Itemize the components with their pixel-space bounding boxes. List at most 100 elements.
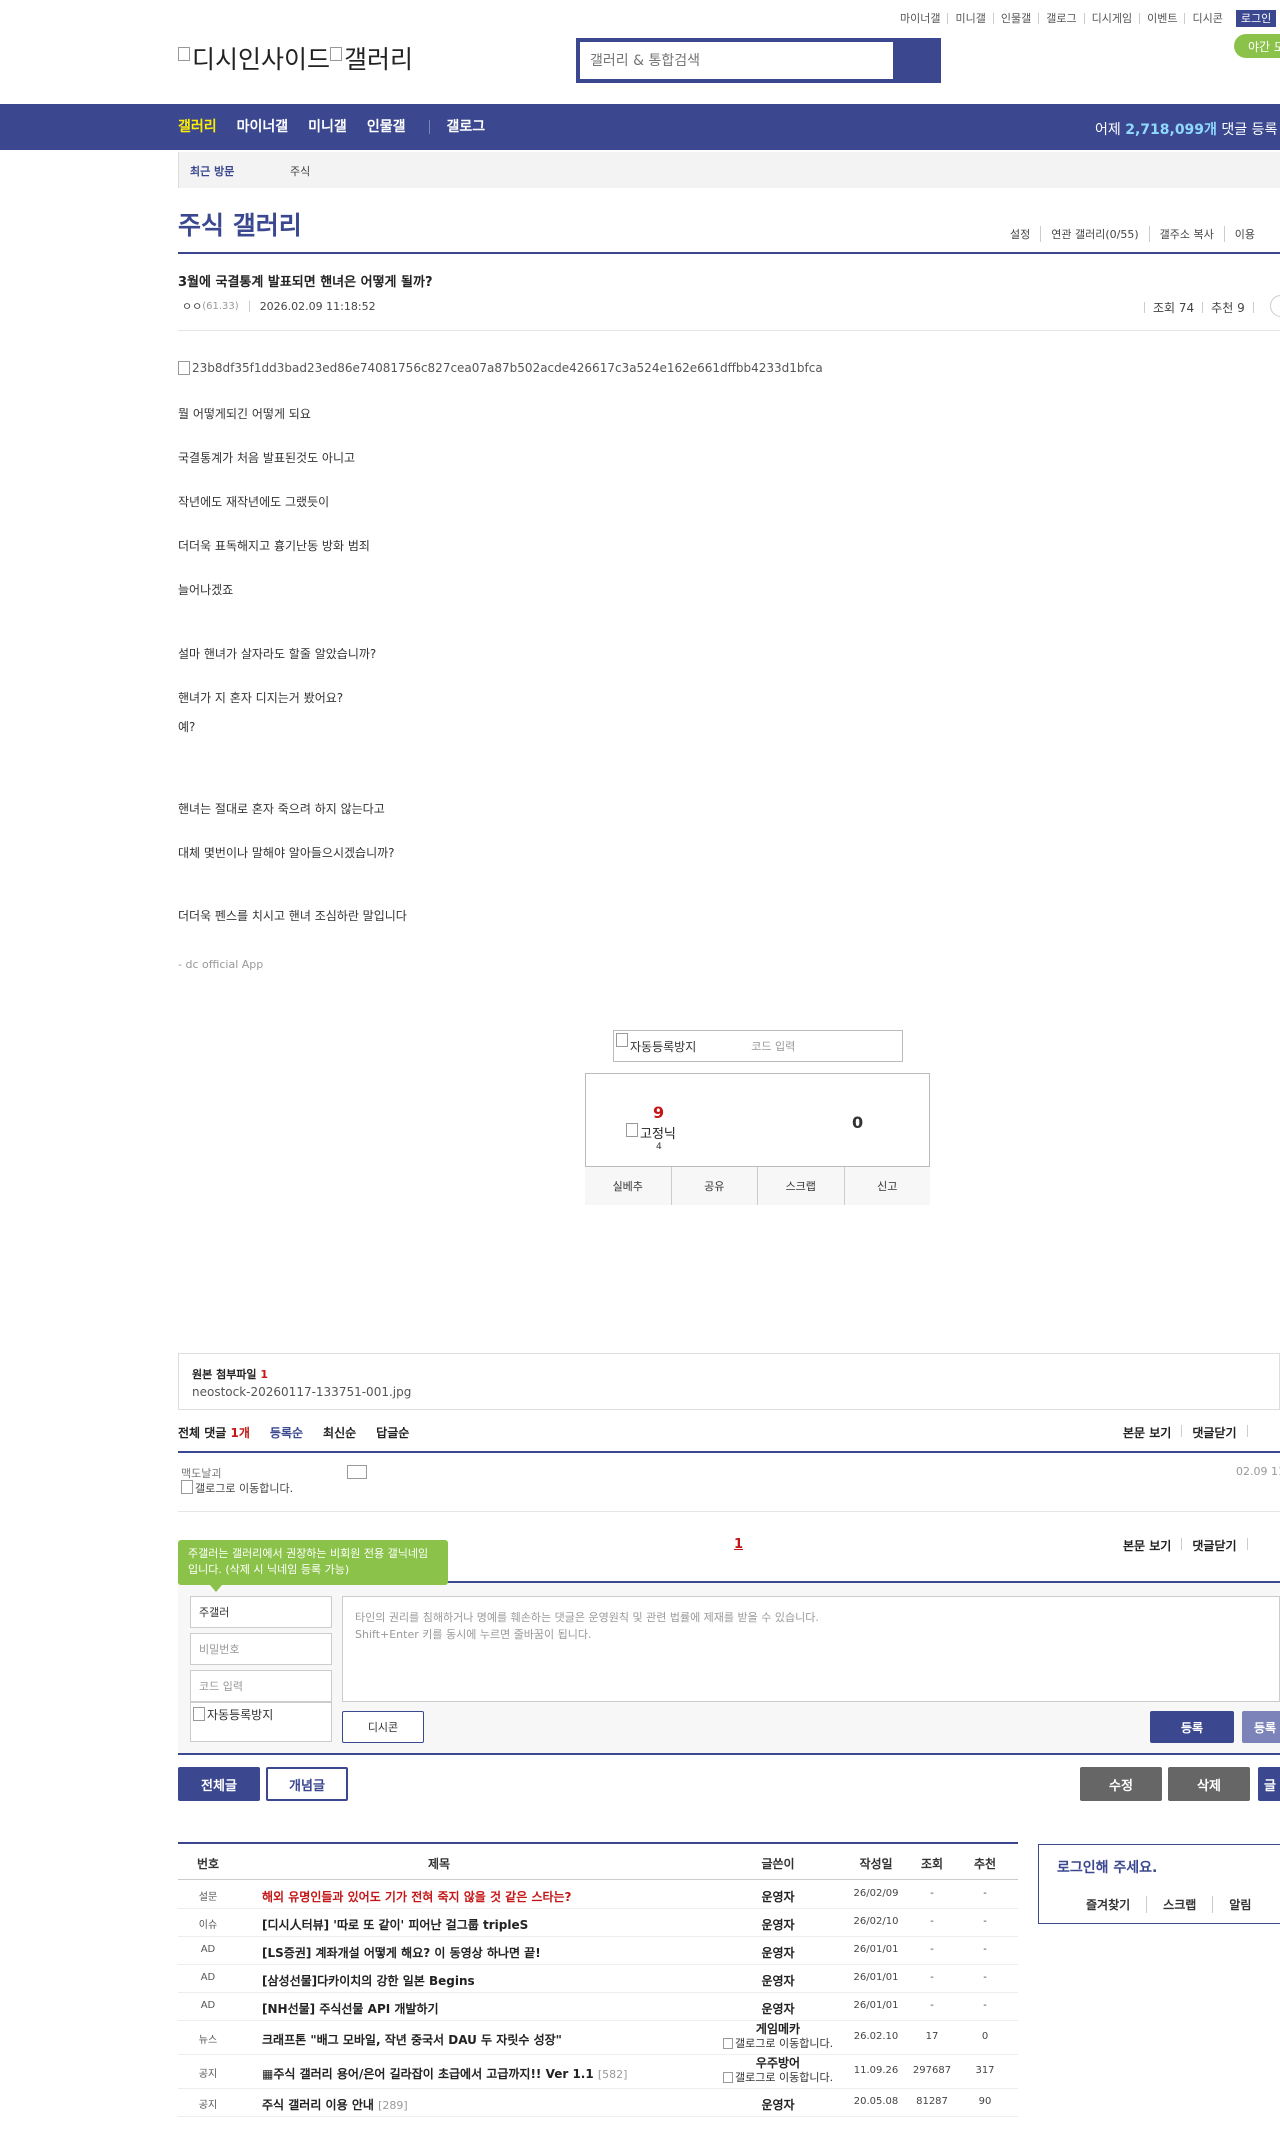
row-title[interactable]: [NH선물] 주식선물 API 개발하기: [262, 2000, 439, 2017]
table-row[interactable]: AD [LS증권] 계좌개설 어떻게 해요? 이 동영상 하나면 끝! 운영자 …: [178, 1937, 1018, 1965]
table-row[interactable]: AD [삼성선물]다카이치의 강한 일본 Begins 운영자 26/01/01…: [178, 1965, 1018, 1993]
top-link-person[interactable]: 인물갤: [992, 13, 1038, 24]
row-title[interactable]: [삼성선물]다카이치의 강한 일본 Begins: [262, 1972, 475, 1989]
search-input[interactable]: [580, 42, 893, 79]
top-link-minor[interactable]: 마이너갤: [893, 13, 947, 24]
row-writer-gallog[interactable]: 갤로그로 이동합니다.: [723, 2036, 833, 2050]
attachment-file-link[interactable]: neostock-20260117-133751-001.jpg: [192, 1385, 411, 1399]
recommend-fixed-nick[interactable]: 고정닉: [626, 1122, 676, 1142]
close-comments-link[interactable]: 댓글닫기: [1192, 1424, 1236, 1441]
table-row[interactable]: 이슈 [디시人터뷰] '따로 또 같이' 피어난 걸그룹 tripleS 운영자…: [178, 1909, 1018, 1937]
search-button[interactable]: [893, 42, 937, 79]
row-writer[interactable]: 운영자: [723, 2096, 833, 2113]
row-title[interactable]: [LS증권] 계좌개설 어떻게 해요? 이 동영상 하나면 끝!: [262, 1944, 541, 1961]
gallery-title[interactable]: 주식 갤러리: [178, 206, 302, 242]
favorites-link[interactable]: 즐겨찾기: [1086, 1896, 1146, 1913]
row-recommends: -: [983, 1888, 987, 1899]
sort-replies[interactable]: 답글순: [376, 1424, 409, 1441]
all-posts-button[interactable]: 전체글: [178, 1767, 260, 1801]
sidebar-login-message[interactable]: 로그인해 주세요.: [1057, 1857, 1157, 1877]
table-row[interactable]: 설문 해외 유명인들과 있어도 기가 전혀 죽지 않을 것 같은 스타는? 운영…: [178, 1881, 1018, 1909]
row-title[interactable]: ▦주식 갤러리 용어/은어 길라잡이 초급에서 고급까지!! Ver 1.1 […: [262, 2065, 627, 2082]
table-row[interactable]: AD [NH선물] 주식선물 API 개발하기 운영자 26/01/01 - -: [178, 1993, 1018, 2021]
scrap-button[interactable]: 스크랩: [757, 1167, 844, 1205]
share-circle-icon[interactable]: [1270, 295, 1280, 317]
row-writer[interactable]: 운영자: [723, 1916, 833, 1933]
sort-register[interactable]: 등록순: [270, 1424, 303, 1441]
top-link-gallog[interactable]: 갤로그: [1038, 13, 1083, 24]
row-writer[interactable]: 운영자: [723, 2000, 833, 2017]
title-divider: [178, 252, 1280, 254]
row-writer[interactable]: 운영자: [723, 1944, 833, 1961]
delete-button[interactable]: 삭제: [1168, 1767, 1250, 1801]
sort-latest[interactable]: 최신순: [323, 1424, 356, 1441]
real-best-button[interactable]: 실베추: [585, 1167, 671, 1205]
row-writer[interactable]: 운영자: [723, 1888, 833, 1905]
comment-textarea[interactable]: 타인의 권리를 침해하거나 명예를 훼손하는 댓글은 운영원칙 및 관련 법률에…: [342, 1596, 1280, 1702]
post-body-line: 작년에도 재작년에도 그랬듯이: [178, 495, 330, 509]
report-button[interactable]: 신고: [843, 1167, 931, 1205]
textarea-hint-line: Shift+Enter 키를 동시에 누르면 줄바꿈이 됩니다.: [355, 1628, 592, 1641]
night-mode-button[interactable]: 야간 모: [1234, 34, 1280, 58]
top-link-dcgame[interactable]: 디시게임: [1083, 13, 1139, 24]
view-post-link[interactable]: 본문 보기: [1123, 1537, 1171, 1554]
row-reply-count[interactable]: [289]: [378, 2099, 408, 2112]
comment-submit-button[interactable]: 등록: [1150, 1711, 1234, 1743]
share-button[interactable]: 공유: [670, 1167, 758, 1205]
app-signature: - dc official App: [178, 958, 264, 971]
row-title[interactable]: 해외 유명인들과 있어도 기가 전혀 죽지 않을 것 같은 스타는?: [262, 1888, 572, 1905]
row-writer-gallog[interactable]: 갤로그로 이동합니다.: [723, 2070, 833, 2084]
login-button[interactable]: 로그인: [1235, 10, 1277, 27]
notification-link[interactable]: 알림: [1212, 1896, 1267, 1913]
gallery-settings-link[interactable]: 설정: [1000, 226, 1040, 242]
nav-item-minor[interactable]: 마이너갤: [237, 119, 289, 135]
view-post-link[interactable]: 본문 보기: [1123, 1424, 1171, 1441]
table-row[interactable]: 공지 ▦주식 갤러리 용어/은어 길라잡이 초급에서 고급까지!! Ver 1.…: [178, 2055, 1018, 2089]
nav-item-gallery[interactable]: 갤러리: [178, 119, 217, 135]
row-views: -: [930, 1888, 934, 1899]
top-link-mini[interactable]: 미니갤: [947, 13, 992, 24]
copy-address-link[interactable]: 갤주소 복사: [1148, 226, 1224, 242]
table-row[interactable]: 공지 주식 갤러리 이용 안내 [289] 운영자 20.05.08 81287…: [178, 2089, 1018, 2117]
row-title[interactable]: [디시人터뷰] '따로 또 같이' 피어난 걸그룹 tripleS: [262, 1916, 528, 1933]
dccon-button[interactable]: 디시콘: [342, 1711, 424, 1743]
row-writer[interactable]: 게임메카 갤로그로 이동합니다.: [723, 2023, 833, 2050]
actions-divider: [1246, 1425, 1248, 1437]
comment-code-field[interactable]: 코드 입력: [190, 1670, 332, 1702]
post-body-line: 더더욱 표독해지고 흉기난동 방화 범죄: [178, 539, 370, 553]
comment-gallog-link[interactable]: 갤로그로 이동합니다.: [181, 1478, 311, 1495]
post-image[interactable]: 23b8df35f1dd3bad23ed86e74081756c827cea07…: [178, 361, 823, 375]
row-title[interactable]: 크래프톤 "배그 모바일, 작년 중국서 DAU 두 자릿수 성장": [262, 2031, 562, 2048]
nav-item-gallog[interactable]: 갤로그: [446, 119, 485, 135]
table-row[interactable]: 뉴스 크래프톤 "배그 모바일, 작년 중국서 DAU 두 자릿수 성장" 게임…: [178, 2021, 1018, 2055]
best-posts-button[interactable]: 개념글: [266, 1767, 348, 1801]
row-title[interactable]: 주식 갤러리 이용 안내 [289]: [262, 2096, 408, 2113]
recent-visit-item[interactable]: 주식: [290, 163, 310, 179]
site-logo[interactable]: 디시인사이드 갤러리: [178, 40, 413, 76]
top-link-dccon[interactable]: 디시콘: [1184, 13, 1229, 24]
comment-nick-field[interactable]: 주갤러: [190, 1596, 332, 1628]
comment-submit-recommend-button[interactable]: 등록: [1242, 1711, 1280, 1743]
post-header-divider: [178, 330, 1280, 331]
broken-image-icon: [178, 47, 190, 61]
post-meta: ㅇㅇ (61.33) 2026.02.09 11:18:52: [182, 298, 376, 314]
top-link-event[interactable]: 이벤트: [1139, 13, 1184, 24]
comment-password-field[interactable]: 비밀번호: [190, 1633, 332, 1665]
edit-button[interactable]: 수정: [1080, 1767, 1162, 1801]
row-writer[interactable]: 운영자: [723, 1972, 833, 1989]
captcha-code-input[interactable]: 코드 입력: [751, 1038, 795, 1054]
nav-item-person[interactable]: 인물갤: [367, 119, 406, 135]
usage-link[interactable]: 이용: [1223, 226, 1265, 242]
close-comments-link[interactable]: 댓글닫기: [1192, 1537, 1236, 1554]
write-button[interactable]: 글: [1258, 1767, 1280, 1801]
post-author[interactable]: ㅇㅇ: [182, 298, 202, 314]
scrap-link[interactable]: 스크랩: [1146, 1896, 1212, 1913]
row-writer[interactable]: 우주방어 갤로그로 이동합니다.: [723, 2057, 833, 2084]
recommend-buttons: 실베추 공유 스크랩 신고: [585, 1166, 930, 1205]
nav-item-mini[interactable]: 미니갤: [308, 119, 347, 135]
comment-page-number[interactable]: 1: [734, 1537, 743, 1552]
row-recommends: 90: [978, 2096, 992, 2107]
row-reply-count[interactable]: [582]: [598, 2068, 628, 2081]
related-gallery-link[interactable]: 연관 갤러리(0/55): [1040, 226, 1148, 242]
header-title: 제목: [428, 1857, 451, 1871]
